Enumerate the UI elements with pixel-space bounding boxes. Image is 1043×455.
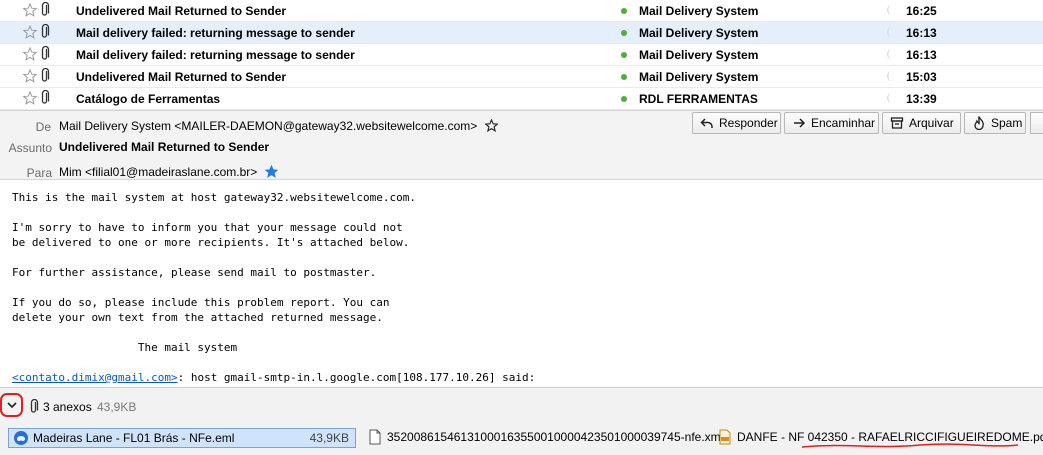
message-sender: Mail Delivery System bbox=[639, 26, 759, 40]
online-status-icon bbox=[621, 74, 627, 80]
email-file-icon bbox=[14, 431, 28, 445]
star-icon[interactable] bbox=[484, 119, 498, 132]
attachments-bar: 3 anexos 43,9KB bbox=[0, 387, 1043, 425]
attachment-name: 3520086154613100016355001000042350100003… bbox=[387, 430, 724, 444]
spam-label: Spam bbox=[991, 116, 1023, 130]
reply-button[interactable]: Responder bbox=[692, 112, 781, 134]
body-line: The mail system bbox=[12, 341, 238, 354]
message-time: 13:39 bbox=[906, 92, 937, 106]
star-icon[interactable] bbox=[23, 91, 37, 105]
archive-icon bbox=[890, 117, 904, 129]
subject-value: Undelivered Mail Returned to Sender bbox=[59, 140, 270, 154]
reply-icon bbox=[700, 118, 713, 128]
body-line bbox=[12, 325, 1043, 340]
chevron-down-icon[interactable] bbox=[4, 397, 20, 413]
from-address[interactable]: Mail Delivery System <MAILER-DAEMON@gate… bbox=[59, 119, 477, 133]
body-line bbox=[12, 250, 1043, 265]
attachment-name: Madeiras Lane - FL01 Brás - NFe.eml bbox=[33, 431, 235, 445]
message-subject: Undelivered Mail Returned to Sender bbox=[76, 70, 287, 84]
message-time: 16:13 bbox=[906, 48, 937, 62]
body-line: For further assistance, please send mail… bbox=[12, 266, 377, 279]
online-status-icon bbox=[621, 52, 627, 58]
body-line: If you do so, please include this proble… bbox=[12, 296, 390, 309]
attachment-size: 43,9KB bbox=[309, 431, 349, 445]
from-value[interactable]: Mail Delivery System <MAILER-DAEMON@gate… bbox=[59, 119, 498, 133]
paperclip-icon bbox=[30, 399, 39, 413]
spam-button[interactable]: Spam bbox=[964, 112, 1026, 134]
message-sender: Mail Delivery System bbox=[639, 48, 759, 62]
read-status-icon[interactable] bbox=[886, 26, 896, 38]
archive-label: Arquivar bbox=[909, 116, 954, 130]
attachment-count[interactable]: 3 anexos bbox=[43, 400, 92, 414]
star-filled-icon[interactable] bbox=[264, 165, 278, 178]
paperclip-icon bbox=[41, 2, 50, 16]
forward-button[interactable]: Encaminhar bbox=[784, 112, 879, 134]
message-list: Undelivered Mail Returned to Sender Mail… bbox=[0, 0, 1043, 110]
forward-label: Encaminhar bbox=[811, 116, 876, 130]
reply-label: Responder bbox=[719, 116, 778, 130]
read-status-icon[interactable] bbox=[886, 92, 896, 104]
message-row[interactable]: Undelivered Mail Returned to Sender Mail… bbox=[0, 66, 1043, 88]
body-line: be delivered to one or more recipients. … bbox=[12, 236, 410, 249]
attachment-item[interactable]: 3520086154613100016355001000042350100003… bbox=[363, 428, 723, 448]
message-time: 16:13 bbox=[906, 26, 937, 40]
to-address[interactable]: Mim <filial01@madeiraslane.com.br> bbox=[59, 165, 257, 179]
message-subject: Catálogo de Ferramentas bbox=[76, 92, 221, 106]
body-line bbox=[12, 355, 1043, 370]
file-icon bbox=[369, 429, 381, 445]
message-time: 15:03 bbox=[906, 70, 937, 84]
smtp-response: : host gmail-smtp-in.l.google.com[108.17… bbox=[177, 371, 536, 384]
paperclip-icon bbox=[41, 46, 50, 60]
body-line: delete your own text from the attached r… bbox=[12, 311, 383, 324]
to-label: Para bbox=[26, 166, 52, 180]
to-value[interactable]: Mim <filial01@madeiraslane.com.br> bbox=[59, 165, 278, 179]
message-subject: Undelivered Mail Returned to Sender bbox=[76, 4, 287, 18]
body-line: I'm sorry to have to inform you that you… bbox=[12, 221, 403, 234]
message-subject: Mail delivery failed: returning message … bbox=[76, 26, 355, 40]
body-line: This is the mail system at host gateway3… bbox=[12, 191, 416, 204]
body-line bbox=[12, 280, 1043, 295]
message-sender: Mail Delivery System bbox=[639, 4, 759, 18]
online-status-icon bbox=[621, 8, 627, 14]
online-status-icon bbox=[621, 96, 627, 102]
message-subject: Mail delivery failed: returning message … bbox=[76, 48, 355, 62]
online-status-icon bbox=[621, 30, 627, 36]
attachment-item[interactable]: Madeiras Lane - FL01 Brás - NFe.eml 43,9… bbox=[8, 428, 356, 448]
recipient-link[interactable]: <contato.dimix@gmail.com> bbox=[12, 371, 178, 384]
more-actions-button[interactable] bbox=[1030, 112, 1043, 134]
message-sender: Mail Delivery System bbox=[639, 70, 759, 84]
body-line bbox=[12, 205, 1043, 220]
archive-button[interactable]: Arquivar bbox=[882, 112, 961, 134]
message-time: 16:25 bbox=[906, 4, 937, 18]
message-row[interactable]: Undelivered Mail Returned to Sender Mail… bbox=[0, 0, 1043, 22]
forward-icon bbox=[794, 118, 806, 128]
star-icon[interactable] bbox=[23, 69, 37, 83]
read-status-icon[interactable] bbox=[886, 4, 896, 16]
subject-label: Assunto bbox=[8, 141, 52, 155]
flame-icon bbox=[974, 116, 984, 130]
annotation-underline bbox=[801, 443, 1019, 448]
from-label: De bbox=[35, 120, 51, 134]
body-line-recipient: <contato.dimix@gmail.com>: host gmail-sm… bbox=[12, 370, 1043, 385]
message-row[interactable]: Mail delivery failed: returning message … bbox=[0, 22, 1043, 44]
paperclip-icon bbox=[41, 68, 50, 82]
message-body: This is the mail system at host gateway3… bbox=[0, 181, 1043, 387]
attachment-total-size: 43,9KB bbox=[97, 400, 137, 414]
pdf-file-icon bbox=[719, 429, 731, 445]
read-status-icon[interactable] bbox=[886, 48, 896, 60]
read-status-icon[interactable] bbox=[886, 70, 896, 82]
star-icon[interactable] bbox=[23, 47, 37, 61]
star-icon[interactable] bbox=[23, 25, 37, 39]
paperclip-icon bbox=[41, 24, 50, 38]
star-icon[interactable] bbox=[23, 3, 37, 17]
message-row[interactable]: Catálogo de Ferramentas RDL FERRAMENTAS … bbox=[0, 88, 1043, 110]
message-row[interactable]: Mail delivery failed: returning message … bbox=[0, 44, 1043, 66]
message-sender: RDL FERRAMENTAS bbox=[639, 92, 758, 106]
paperclip-icon bbox=[41, 90, 50, 104]
